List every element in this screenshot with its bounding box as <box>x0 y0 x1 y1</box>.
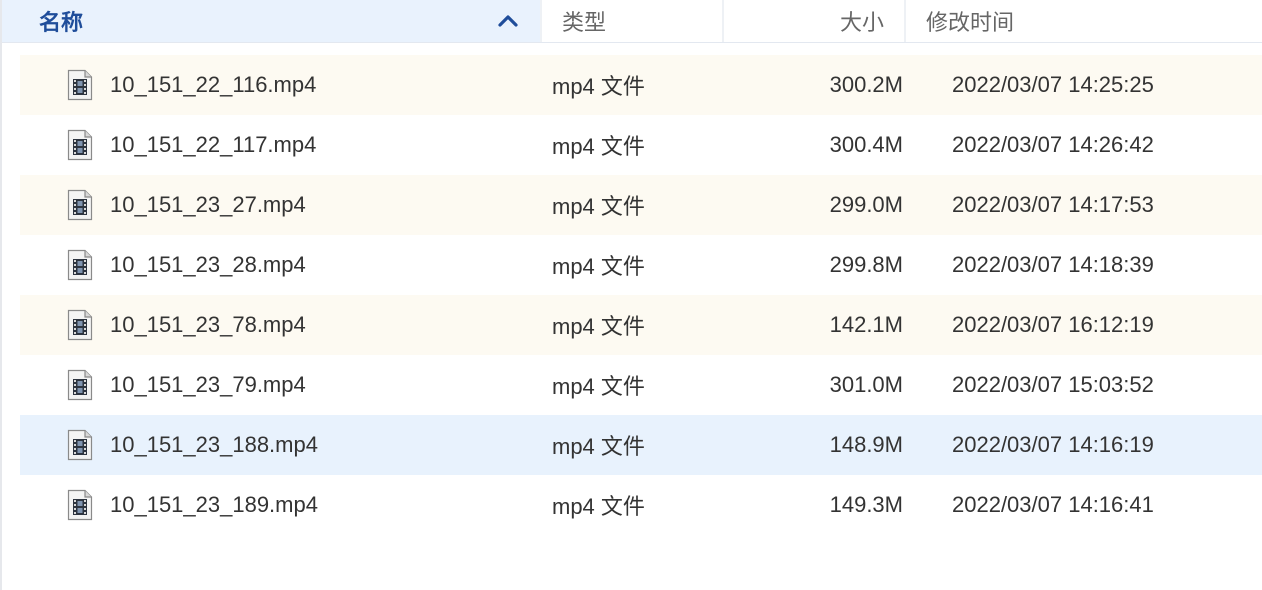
file-list: 10_151_22_116.mp4 mp4 文件 300.2M 2022/03/… <box>20 55 1262 535</box>
file-row[interactable]: 10_151_22_116.mp4 mp4 文件 300.2M 2022/03/… <box>20 55 1262 115</box>
column-header-modified[interactable]: 修改时间 <box>904 0 1262 42</box>
file-size: 299.0M <box>829 192 903 217</box>
video-file-icon <box>67 369 93 401</box>
file-type: mp4 文件 <box>552 254 645 279</box>
file-modified: 2022/03/07 15:03:52 <box>952 372 1154 397</box>
video-file-icon <box>67 189 93 221</box>
file-row[interactable]: 10_151_22_117.mp4 mp4 文件 300.4M 2022/03/… <box>20 115 1262 175</box>
video-file-icon <box>67 309 93 341</box>
file-name: 10_151_23_79.mp4 <box>110 372 306 397</box>
list-left-border <box>0 0 2 590</box>
file-name: 10_151_23_27.mp4 <box>110 192 306 217</box>
file-size: 300.2M <box>829 72 903 97</box>
column-header-size[interactable]: 大小 <box>722 0 904 42</box>
file-modified: 2022/03/07 14:16:41 <box>952 492 1154 517</box>
file-name: 10_151_22_117.mp4 <box>110 132 317 157</box>
column-header-name[interactable]: 名称 <box>2 0 540 42</box>
file-row[interactable]: 10_151_23_28.mp4 mp4 文件 299.8M 2022/03/0… <box>20 235 1262 295</box>
file-size: 301.0M <box>829 372 903 397</box>
file-size: 299.8M <box>829 252 903 277</box>
file-type: mp4 文件 <box>552 374 645 399</box>
file-name: 10_151_23_78.mp4 <box>110 312 306 337</box>
file-size: 149.3M <box>829 492 903 517</box>
video-file-icon <box>67 429 93 461</box>
column-header-type-label: 类型 <box>562 10 607 35</box>
file-type: mp4 文件 <box>552 134 645 159</box>
video-file-icon <box>67 489 93 521</box>
file-modified: 2022/03/07 14:16:19 <box>952 432 1154 457</box>
file-type: mp4 文件 <box>552 434 645 459</box>
file-size: 142.1M <box>829 312 903 337</box>
file-row[interactable]: 10_151_23_79.mp4 mp4 文件 301.0M 2022/03/0… <box>20 355 1262 415</box>
file-modified: 2022/03/07 16:12:19 <box>952 312 1154 337</box>
column-header-type[interactable]: 类型 <box>540 0 722 42</box>
file-type: mp4 文件 <box>552 74 645 99</box>
file-type: mp4 文件 <box>552 194 645 219</box>
chevron-up-icon[interactable] <box>496 9 520 33</box>
file-size: 148.9M <box>829 432 903 457</box>
column-header: 名称 类型 大小 修改时间 <box>2 0 1262 43</box>
column-header-name-label: 名称 <box>39 10 84 35</box>
file-row[interactable]: 10_151_23_189.mp4 mp4 文件 149.3M 2022/03/… <box>20 475 1262 535</box>
file-row[interactable]: 10_151_23_27.mp4 mp4 文件 299.0M 2022/03/0… <box>20 175 1262 235</box>
file-row[interactable]: 10_151_23_188.mp4 mp4 文件 148.9M 2022/03/… <box>20 415 1262 475</box>
column-header-modified-label: 修改时间 <box>926 10 1015 35</box>
file-modified: 2022/03/07 14:17:53 <box>952 192 1154 217</box>
video-file-icon <box>67 249 93 281</box>
file-modified: 2022/03/07 14:26:42 <box>952 132 1154 157</box>
file-row[interactable]: 10_151_23_78.mp4 mp4 文件 142.1M 2022/03/0… <box>20 295 1262 355</box>
video-file-icon <box>67 69 93 101</box>
file-size: 300.4M <box>829 132 903 157</box>
file-type: mp4 文件 <box>552 494 645 519</box>
file-name: 10_151_22_116.mp4 <box>110 72 317 97</box>
file-name: 10_151_23_188.mp4 <box>110 432 318 457</box>
file-type: mp4 文件 <box>552 314 645 339</box>
file-name: 10_151_23_189.mp4 <box>110 492 318 517</box>
column-header-size-label: 大小 <box>839 10 884 35</box>
video-file-icon <box>67 129 93 161</box>
file-name: 10_151_23_28.mp4 <box>110 252 306 277</box>
file-modified: 2022/03/07 14:25:25 <box>952 72 1154 97</box>
file-modified: 2022/03/07 14:18:39 <box>952 252 1154 277</box>
